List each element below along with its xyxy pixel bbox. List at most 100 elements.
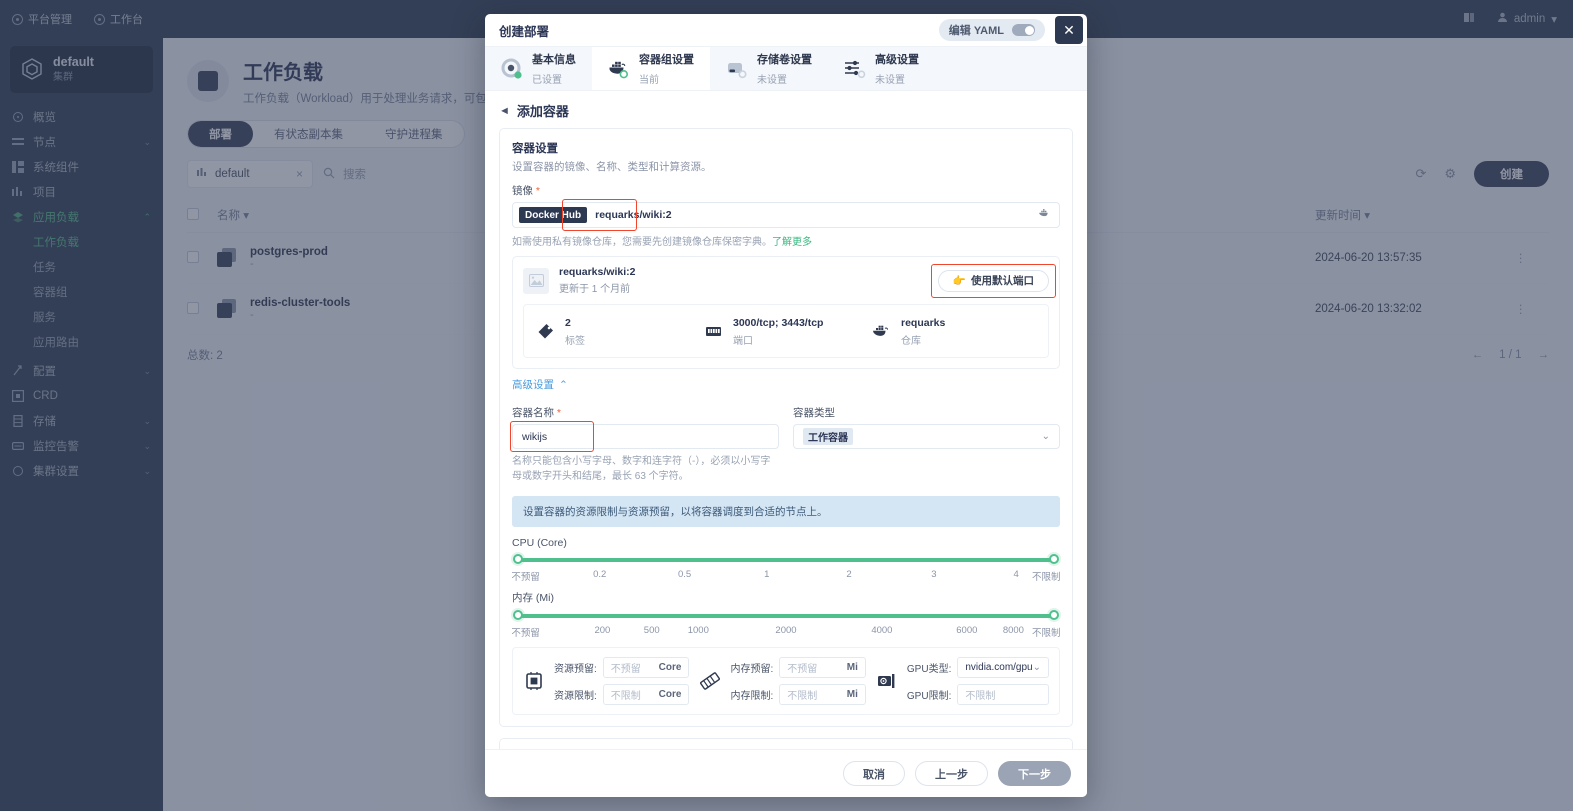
container-name-input[interactable]: wikijs bbox=[512, 424, 779, 449]
image-meta-tags: 2 标签 bbox=[534, 313, 702, 349]
port-settings-card: 端口设置 设置用于访问容器的端口。 协议 ? TCP ⌄ bbox=[499, 738, 1073, 749]
cpu-unit: Core bbox=[658, 689, 682, 700]
memory-tick: 200 bbox=[594, 625, 611, 636]
step-label-basic-info: 基本信息 bbox=[532, 53, 576, 66]
step-tabs: 基本信息 已设置 容器组设置 当前 存储卷设置 未设置 高级设置 未设置 bbox=[485, 46, 1087, 91]
gpu-limit-input[interactable]: 不限制 bbox=[957, 684, 1050, 705]
image-label: 镜像 bbox=[512, 185, 533, 197]
next-step-button[interactable]: 下一步 bbox=[998, 761, 1071, 786]
tag-icon bbox=[534, 320, 556, 342]
cancel-button[interactable]: 取消 bbox=[843, 761, 905, 786]
gpu-limit-placeholder: 不限制 bbox=[965, 691, 996, 702]
image-hint: 如需使用私有镜像仓库，您需要先创建镜像仓库保密字典。了解更多 bbox=[512, 233, 1060, 248]
cpu-slider-ticks: 不预留 0.2 0.5 1 2 3 4 不限制 bbox=[511, 569, 1060, 583]
chevron-down-icon: ⌄ bbox=[1032, 662, 1042, 673]
container-type-field: 容器类型 工作容器 ⌄ bbox=[793, 396, 1060, 484]
use-default-ports-label: 使用默认端口 bbox=[971, 275, 1034, 287]
advanced-settings-toggle[interactable]: 高级设置 ⌃ bbox=[512, 377, 1060, 392]
image-meta-row: 2 标签 3000/tcp; 3443/tcp 端口 requarks 仓库 bbox=[523, 304, 1049, 358]
memory-limit-label: 内存限制: bbox=[730, 691, 774, 702]
required-marker: * bbox=[556, 407, 562, 419]
image-meta-ports: 3000/tcp; 3443/tcp 端口 bbox=[702, 313, 870, 349]
storage-volume-icon bbox=[726, 58, 748, 80]
cpu-slider-knob-max[interactable] bbox=[1049, 554, 1059, 564]
memory-slider-ticks: 不预留 200 500 1000 2000 4000 6000 8000 不限制 bbox=[511, 625, 1061, 639]
memory-tick: 不预留 bbox=[511, 628, 540, 639]
image-result-name: requarks/wiki:2 bbox=[559, 266, 636, 278]
memory-request-placeholder: 不预留 bbox=[787, 664, 818, 675]
step-state-volume-settings: 未设置 bbox=[757, 74, 787, 86]
back-arrow-icon[interactable]: ◄ bbox=[499, 105, 510, 117]
image-input[interactable]: Docker Hub requarks/wiki:2 bbox=[512, 202, 1060, 228]
pointer-icon: 👉 bbox=[952, 275, 966, 287]
memory-tick: 6000 bbox=[956, 625, 978, 636]
modal-body: ◄ 添加容器 容器设置 设置容器的镜像、名称、类型和计算资源。 镜像 * Doc… bbox=[485, 91, 1087, 749]
image-repo-label: 仓库 bbox=[901, 336, 921, 347]
memory-slider-knob-max[interactable] bbox=[1049, 610, 1059, 620]
app-root: 平台管理 工作台 default 集群 概览 节点 ⌄ bbox=[0, 0, 1573, 811]
learn-more-link[interactable]: 了解更多 bbox=[772, 237, 812, 248]
step-volume-settings[interactable]: 存储卷设置 未设置 bbox=[710, 47, 828, 90]
memory-tick: 8000 bbox=[1002, 625, 1024, 636]
container-settings-heading: 容器设置 bbox=[512, 143, 558, 155]
close-icon[interactable]: ✕ bbox=[1055, 16, 1083, 44]
previous-step-button[interactable]: 上一步 bbox=[915, 761, 988, 786]
cpu-limit-input[interactable]: 不限制 Core bbox=[602, 684, 690, 705]
edit-yaml-toggle[interactable]: 编辑 YAML bbox=[938, 19, 1045, 41]
port-icon bbox=[702, 320, 724, 342]
modal-title: 创建部署 bbox=[499, 24, 550, 39]
cpu-slider-knob-min[interactable] bbox=[513, 554, 523, 564]
required-marker: * bbox=[535, 185, 541, 197]
memory-limit-input[interactable]: 不限制 Mi bbox=[779, 684, 866, 705]
container-settings-card: 容器设置 设置容器的镜像、名称、类型和计算资源。 镜像 * Docker Hub… bbox=[499, 128, 1073, 727]
memory-tick: 不限制 bbox=[1032, 628, 1061, 639]
container-name-note: 名称只能包含小写字母、数字和连字符（-），必须以小写字母或数字开头和结尾，最长 … bbox=[512, 456, 771, 482]
toggle-switch[interactable] bbox=[1012, 24, 1035, 36]
memory-slider[interactable] bbox=[513, 610, 1059, 621]
section-title: 添加容器 bbox=[516, 104, 569, 119]
cpu-request-label: 资源预留: bbox=[554, 664, 597, 675]
advanced-settings-label: 高级设置 bbox=[512, 379, 554, 391]
memory-tick: 4000 bbox=[871, 625, 893, 636]
container-type-select[interactable]: 工作容器 ⌄ bbox=[793, 424, 1060, 449]
container-settings-sub: 设置容器的镜像、名称、类型和计算资源。 bbox=[512, 161, 712, 173]
step-label-pod-settings: 容器组设置 bbox=[639, 53, 694, 66]
cpu-tick: 3 bbox=[931, 569, 937, 580]
step-basic-info[interactable]: 基本信息 已设置 bbox=[485, 47, 592, 90]
cpu-slider-label: CPU (Core) bbox=[512, 537, 567, 549]
registry-badge: Docker Hub bbox=[519, 207, 588, 223]
image-label-row: 镜像 * bbox=[512, 183, 1060, 198]
cpu-request-placeholder: 不预留 bbox=[610, 664, 641, 675]
cpu-tick: 2 bbox=[846, 569, 852, 580]
docker-icon bbox=[608, 58, 630, 80]
memory-slider-label: 内存 (Mi) bbox=[512, 592, 554, 604]
image-hint-text: 如需使用私有镜像仓库，您需要先创建镜像仓库保密字典。 bbox=[512, 237, 772, 248]
container-type-value: 工作容器 bbox=[803, 428, 853, 445]
memory-unit: Mi bbox=[846, 689, 858, 700]
memory-slider-knob-min[interactable] bbox=[513, 610, 523, 620]
step-advanced-settings[interactable]: 高级设置 未设置 bbox=[828, 47, 935, 90]
use-default-ports-button[interactable]: 👉 使用默认端口 bbox=[937, 269, 1049, 292]
memory-tick: 500 bbox=[643, 625, 660, 636]
memory-icon bbox=[699, 670, 721, 692]
cpu-limit-label: 资源限制: bbox=[554, 691, 597, 702]
cpu-request-input[interactable]: 不预留 Core bbox=[602, 657, 690, 678]
gpu-resource-group: GPU类型: nvidia.com/gpu ⌄ GPU限制: 不限制 bbox=[876, 657, 1050, 705]
container-name-label: 容器名称 bbox=[512, 407, 554, 419]
cpu-tick: 0.5 bbox=[678, 569, 692, 580]
cpu-tick: 0.2 bbox=[593, 569, 607, 580]
docker-icon bbox=[1039, 206, 1051, 224]
basic-info-icon bbox=[501, 58, 523, 80]
cpu-icon bbox=[523, 670, 545, 692]
gpu-type-label: GPU类型: bbox=[906, 664, 952, 675]
step-pod-settings[interactable]: 容器组设置 当前 bbox=[592, 47, 710, 90]
memory-request-label: 内存预留: bbox=[730, 664, 774, 675]
image-tag-count: 2 bbox=[565, 317, 571, 329]
sliders-icon bbox=[844, 58, 866, 80]
image-value[interactable]: requarks/wiki:2 bbox=[595, 209, 671, 221]
memory-tick: 1000 bbox=[687, 625, 709, 636]
create-deployment-modal: 创建部署 编辑 YAML ✕ 基本信息 已设置 容器组设置 当前 存储卷设置 未… bbox=[485, 14, 1087, 797]
gpu-type-select[interactable]: nvidia.com/gpu ⌄ bbox=[957, 657, 1050, 678]
memory-request-input[interactable]: 不预留 Mi bbox=[779, 657, 866, 678]
cpu-slider[interactable] bbox=[513, 554, 1059, 565]
